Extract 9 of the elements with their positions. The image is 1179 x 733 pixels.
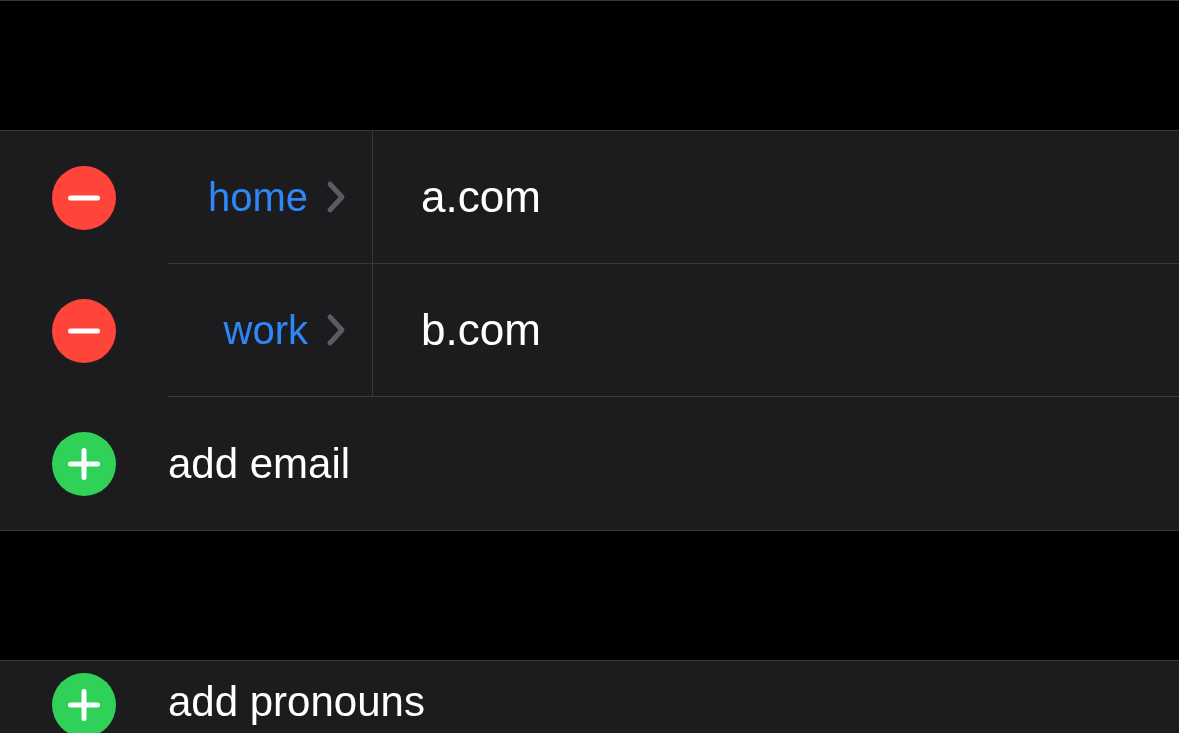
label-button[interactable]: work bbox=[223, 307, 308, 353]
email-field[interactable]: b.com bbox=[421, 305, 821, 355]
label-button[interactable]: home bbox=[207, 174, 308, 220]
email-field[interactable]: a.com bbox=[421, 172, 821, 222]
add-icon[interactable] bbox=[52, 673, 116, 733]
add-button[interactable]: add email bbox=[168, 439, 351, 488]
chevron-icon bbox=[326, 180, 346, 214]
add-button[interactable]: add pronouns bbox=[168, 681, 425, 723]
chevron-icon bbox=[326, 313, 346, 347]
